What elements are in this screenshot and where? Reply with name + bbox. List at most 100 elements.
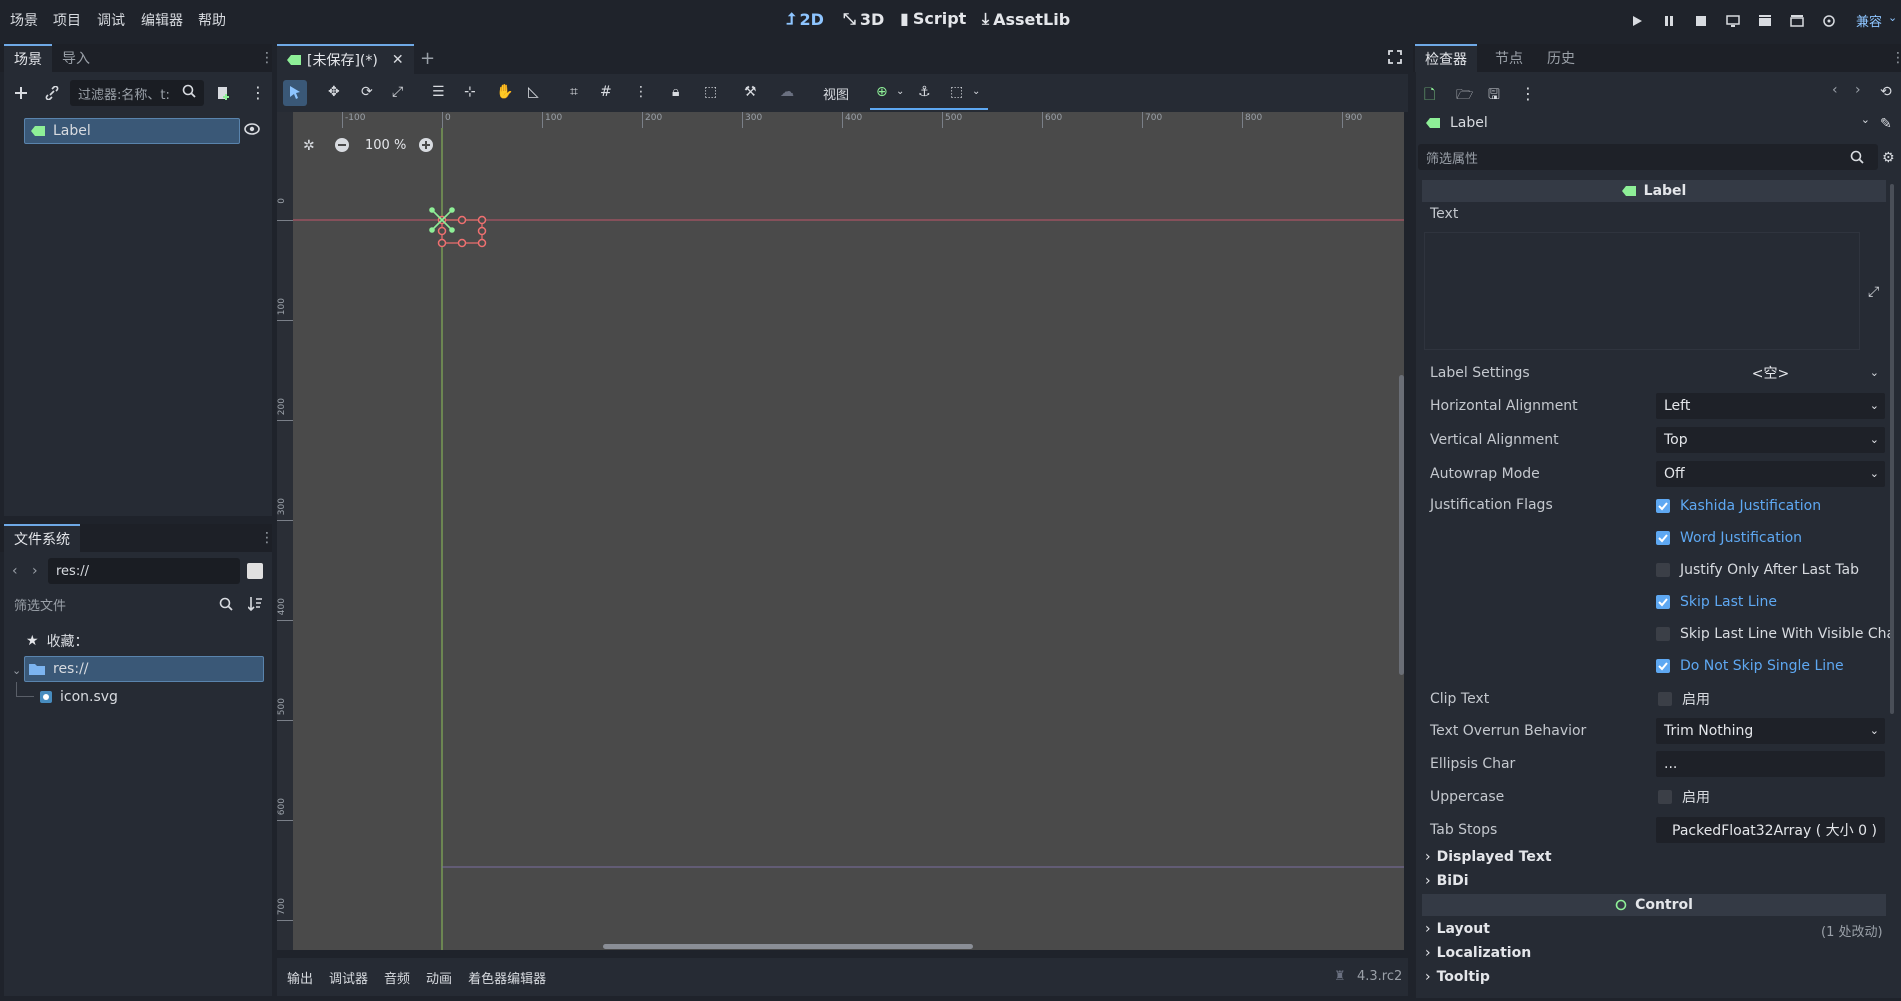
bottom-tab-animation[interactable]: 动画: [426, 968, 452, 987]
layout-preset-button[interactable]: ⬚: [950, 84, 963, 100]
new-scene-tab-button[interactable]: +: [420, 48, 435, 69]
play-scene-button[interactable]: [1754, 10, 1776, 32]
view-menu-button[interactable]: 视图: [823, 84, 849, 103]
section-layout[interactable]: › Layout: [1425, 918, 1490, 940]
select-tool-button[interactable]: [289, 85, 301, 99]
clip-text-toggle[interactable]: 启用: [1658, 689, 1710, 709]
text-overrun-select[interactable]: Trim Nothing ⌄: [1656, 718, 1885, 744]
instance-scene-button[interactable]: [40, 81, 64, 105]
section-tooltip[interactable]: › Tooltip: [1425, 966, 1490, 988]
anchor-button[interactable]: ⚓: [918, 84, 931, 100]
filter-options-icon[interactable]: ⚙: [1882, 150, 1895, 166]
inspector-scrollbar[interactable]: [1890, 184, 1894, 714]
ruler-tool-button[interactable]: ◺: [528, 84, 539, 100]
workspace-assetlib-button[interactable]: ⤓ AssetLib: [982, 9, 1070, 29]
chevron-down-icon[interactable]: ⌄: [1870, 366, 1879, 379]
ellipsis-char-input[interactable]: ...: [1656, 751, 1885, 777]
justification-flag-0[interactable]: Kashida Justification: [1656, 494, 1821, 518]
remote-debug-button[interactable]: [1722, 10, 1744, 32]
history-forward-icon[interactable]: ›: [1855, 82, 1861, 98]
favorites-row[interactable]: ★ 收藏：: [26, 628, 236, 654]
move-tool-button[interactable]: ✥: [328, 84, 340, 100]
justification-flag-4[interactable]: Skip Last Line With Visible Cha: [1656, 622, 1895, 646]
chevron-down-icon[interactable]: ⌄: [12, 664, 21, 677]
justification-flag-5[interactable]: Do Not Skip Single Line: [1656, 654, 1844, 678]
workspace-2d-button[interactable]: ⮥ 2D: [786, 9, 824, 29]
justification-flag-1[interactable]: Word Justification: [1656, 526, 1802, 550]
viewport-vertical-scrollbar[interactable]: [1399, 375, 1404, 675]
section-bidi[interactable]: › BiDi: [1425, 870, 1469, 892]
sort-icon[interactable]: [248, 596, 262, 612]
workspace-script-button[interactable]: ▮ Script: [900, 9, 966, 28]
stop-button[interactable]: [1690, 10, 1712, 32]
bottom-tab-audio[interactable]: 音频: [384, 968, 410, 987]
label-settings-value[interactable]: <空>: [1656, 360, 1885, 386]
pivot-tool-button[interactable]: ⊹: [464, 84, 476, 100]
pause-button[interactable]: [1658, 10, 1680, 32]
file-row-icon-svg[interactable]: icon.svg: [40, 684, 240, 710]
dock-menu-icon[interactable]: ⋮: [1891, 50, 1901, 66]
add-child-button[interactable]: ⊕: [876, 84, 888, 100]
horizontal-alignment-select[interactable]: Left ⌄: [1656, 393, 1885, 419]
autowrap-mode-select[interactable]: Off ⌄: [1656, 461, 1885, 487]
pan-tool-button[interactable]: ✋: [496, 84, 513, 100]
menu-debug[interactable]: 调试: [97, 10, 125, 30]
distraction-free-icon[interactable]: [1388, 50, 1402, 64]
workspace-3d-button[interactable]: ⤡ 3D: [843, 9, 884, 29]
group-button[interactable]: ⬚: [704, 84, 717, 100]
dock-menu-icon[interactable]: ⋮: [260, 50, 274, 66]
history-back-icon[interactable]: ‹: [1832, 82, 1838, 98]
polygon-button[interactable]: ☁: [780, 84, 794, 100]
section-localization[interactable]: › Localization: [1425, 942, 1531, 964]
add-node-button[interactable]: [9, 81, 33, 105]
zoom-out-button[interactable]: [334, 137, 350, 153]
filesystem-root-row[interactable]: res://: [24, 656, 264, 682]
tab-history[interactable]: 历史: [1537, 44, 1585, 72]
zoom-level[interactable]: 100 %: [365, 138, 406, 153]
text-property-textarea[interactable]: [1424, 232, 1860, 350]
play-button[interactable]: [1626, 10, 1648, 32]
tab-import[interactable]: 导入: [52, 44, 100, 72]
center-view-icon[interactable]: ✲: [303, 138, 315, 154]
node-selector[interactable]: Label ⌄: [1418, 110, 1878, 136]
grid-snap-button[interactable]: #: [600, 84, 612, 100]
menu-help[interactable]: 帮助: [198, 10, 226, 30]
rotate-tool-button[interactable]: ⟳: [361, 84, 373, 100]
save-icon[interactable]: 🖫︎: [1488, 84, 1500, 108]
scene-menu-icon[interactable]: ⋮: [250, 83, 266, 102]
renderer-selector[interactable]: 兼容: [1856, 11, 1882, 30]
justification-flag-2[interactable]: Justify Only After Last Tab: [1656, 558, 1859, 582]
zoom-in-button[interactable]: [418, 137, 434, 153]
forward-arrow-icon[interactable]: ›: [32, 563, 38, 579]
visibility-eye-icon[interactable]: [244, 122, 260, 136]
viewport-horizontal-scrollbar[interactable]: [603, 944, 973, 949]
list-select-button[interactable]: ☰: [432, 84, 445, 100]
snap-options-menu[interactable]: ⋮: [634, 84, 648, 100]
tab-node[interactable]: 节点: [1485, 44, 1533, 72]
tab-inspector[interactable]: 检查器: [1415, 44, 1477, 72]
vertical-alignment-select[interactable]: Top ⌄: [1656, 427, 1885, 453]
tab-unsaved-scene[interactable]: [未保存](*) ✕: [277, 44, 414, 74]
lock-button[interactable]: 🔒︎: [672, 84, 679, 100]
uppercase-toggle[interactable]: 启用: [1658, 787, 1710, 807]
smart-snap-button[interactable]: ⌗: [570, 84, 578, 100]
justification-flag-3[interactable]: Skip Last Line: [1656, 590, 1777, 614]
back-arrow-icon[interactable]: ‹: [12, 563, 18, 579]
canvas-viewport[interactable]: [293, 112, 1404, 950]
split-view-toggle[interactable]: [247, 563, 263, 579]
menu-editor[interactable]: 编辑器: [141, 10, 183, 30]
tab-scene[interactable]: 场景: [4, 44, 52, 72]
movie-maker-button[interactable]: [1818, 10, 1840, 32]
close-icon[interactable]: ✕: [392, 52, 404, 68]
open-folder-icon[interactable]: 🗁︎: [1456, 84, 1473, 108]
filesystem-path-input[interactable]: res://: [48, 558, 240, 584]
new-resource-icon[interactable]: 🗋︎: [1424, 84, 1435, 108]
scene-tree-node-label[interactable]: Label: [24, 118, 240, 144]
bottom-tab-output[interactable]: 输出: [287, 968, 313, 987]
menu-project[interactable]: 项目: [53, 10, 81, 30]
play-custom-scene-button[interactable]: [1786, 10, 1808, 32]
object-properties-icon[interactable]: ✎: [1880, 116, 1892, 132]
property-filter-input[interactable]: 筛选属性: [1418, 144, 1878, 170]
bottom-tab-shader-editor[interactable]: 着色器编辑器: [468, 968, 546, 987]
expand-editor-icon[interactable]: ⤢: [1868, 284, 1879, 300]
